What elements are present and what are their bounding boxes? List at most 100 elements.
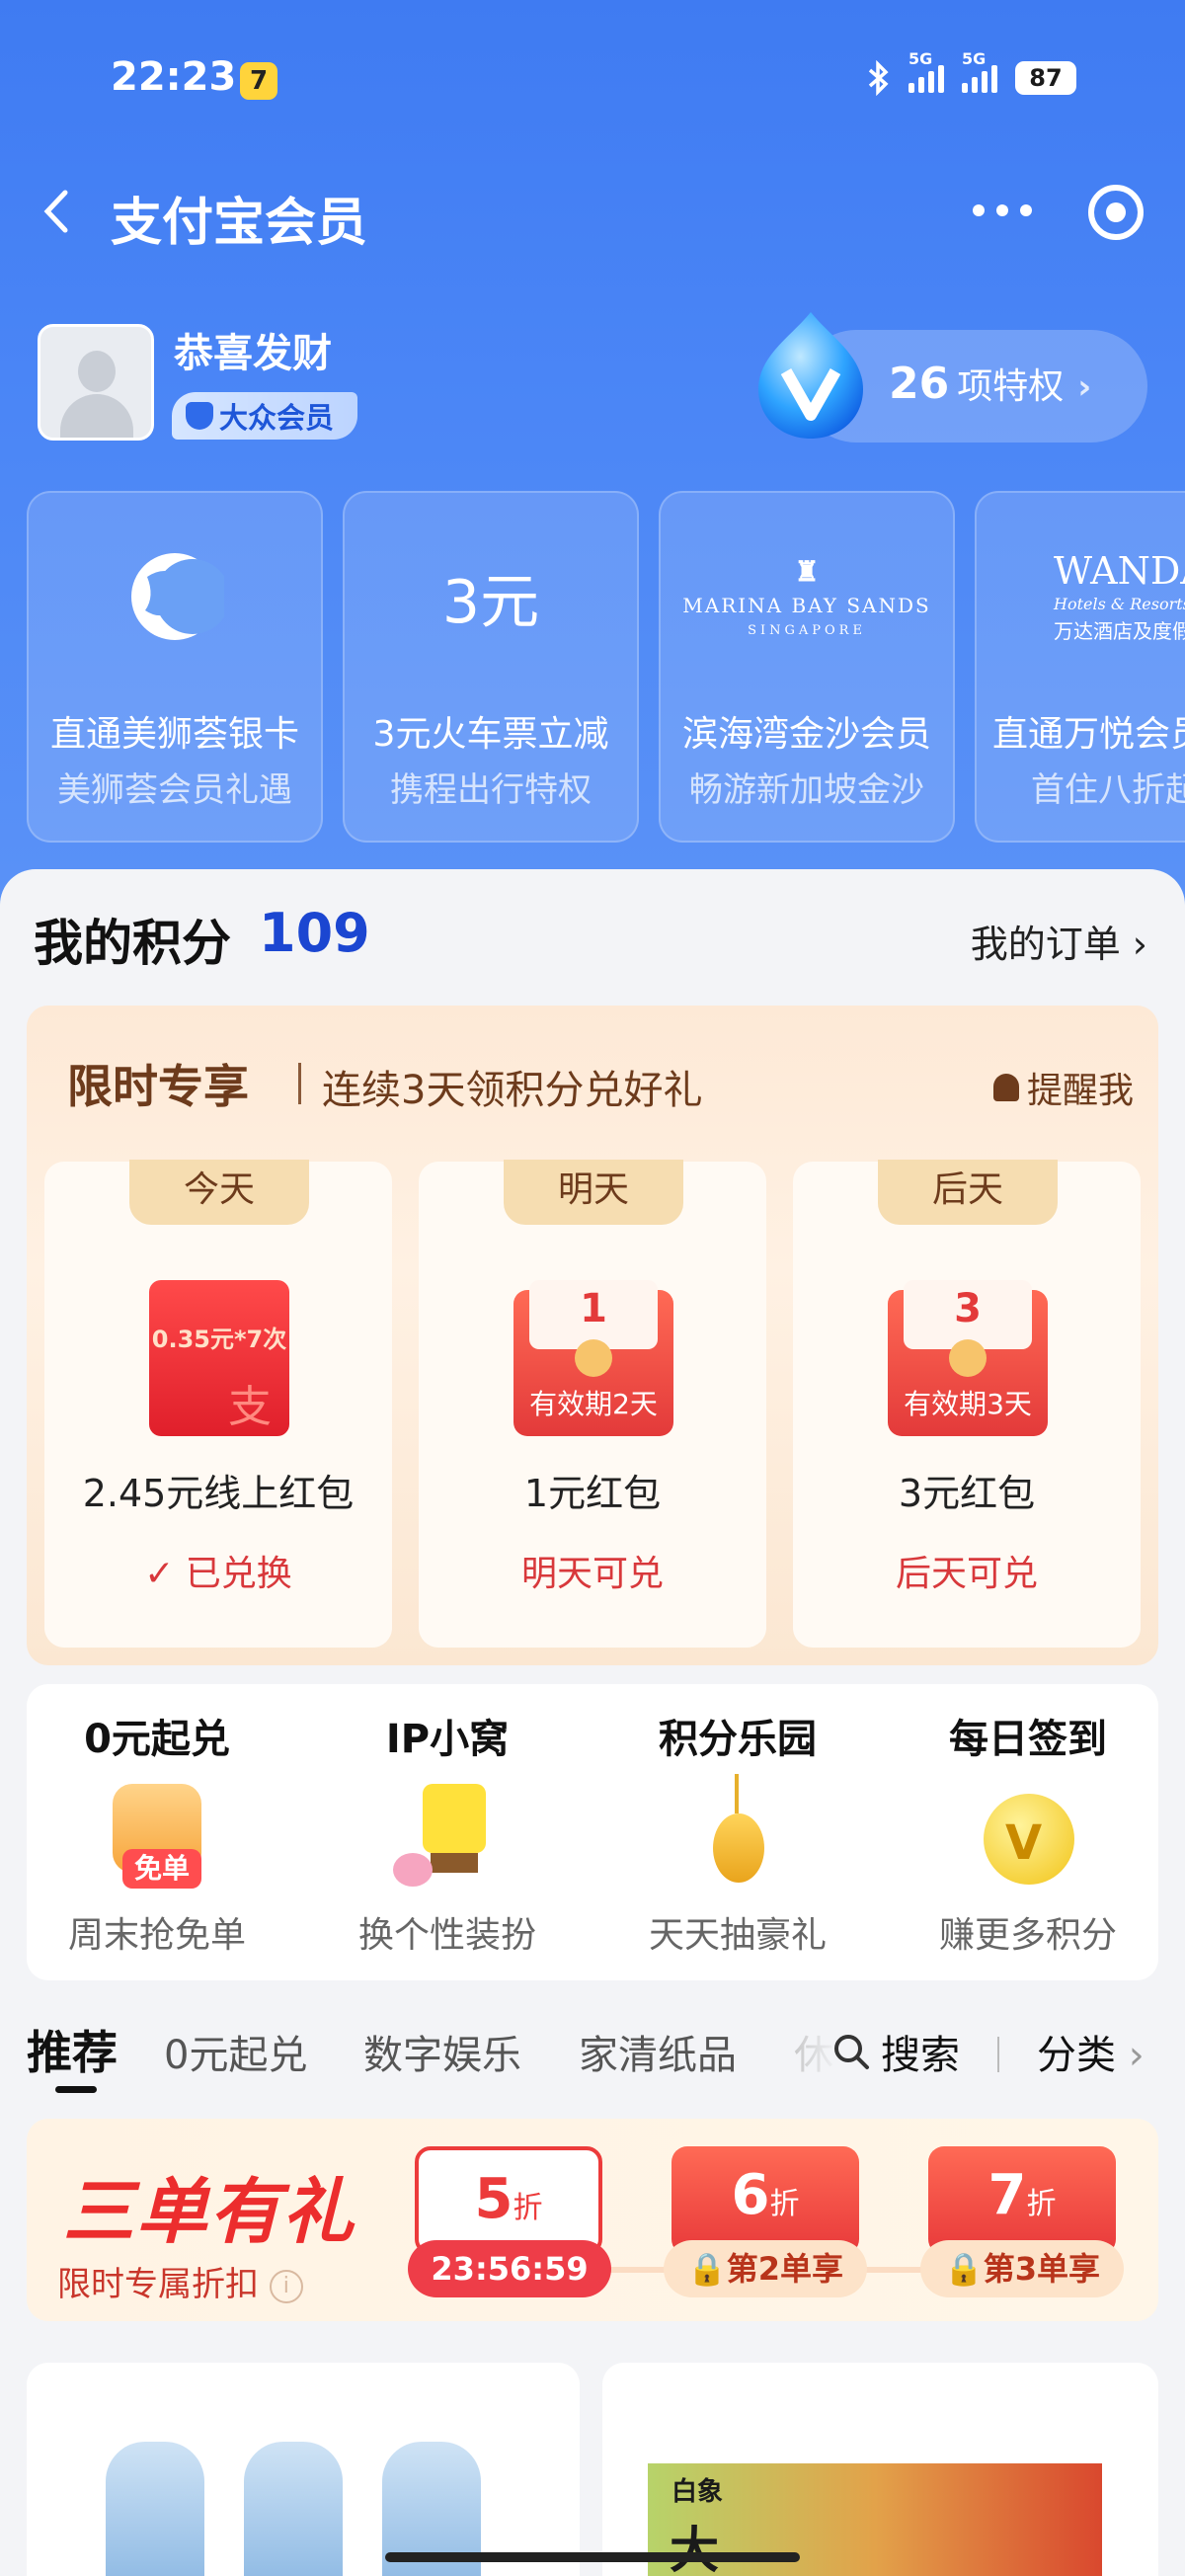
discount-coupon[interactable]: 6折 (672, 2146, 859, 2255)
benefit-card[interactable]: WANDA Hotels & Resorts 万达酒店及度假 直通万悦会员 首住… (975, 491, 1185, 843)
product-brand: 白象 (672, 2477, 724, 2507)
benefit-card[interactable]: 直通美狮荟银卡 美狮荟会员礼遇 (27, 491, 323, 843)
signal-icon: 5G (908, 49, 944, 93)
feature-zero-redeem[interactable]: 0元起兑 免单 周末抢免单 (14, 1707, 300, 1958)
feature-daily-checkin[interactable]: 每日签到 V 赚更多积分 (885, 1707, 1171, 1958)
points-label: 我的积分 (34, 915, 231, 972)
discount-coupon[interactable]: 7折 (928, 2146, 1116, 2255)
chevron-right-icon: › (1132, 923, 1147, 966)
benefit-logo-sub: Hotels & Resorts (1054, 595, 1185, 613)
reward-name: 1元红包 (523, 1472, 662, 1515)
red-packet-icon: 1 有效期2天 (514, 1280, 673, 1436)
chevron-right-icon: › (1128, 2033, 1145, 2078)
day-reward-card[interactable]: 后天 3 有效期3天 3元红包 后天可兑 (793, 1160, 1141, 1648)
day-reward-card[interactable]: 今天 0.35元*7次 支 2.45元线上红包 ✓ 已兑换 (44, 1160, 392, 1648)
app-notification-icon: 7 (240, 62, 277, 100)
benefit-logo-sub: SINGAPORE (748, 623, 866, 638)
benefit-logo-cn: 万达酒店及度假 (1054, 619, 1185, 643)
benefit-subtitle: 首住八折起 (1031, 770, 1185, 810)
product-card[interactable]: 白象 大 (602, 2363, 1158, 2576)
three-orders-title: 三单有礼 (63, 2170, 356, 2253)
chevron-right-icon: › (1077, 367, 1092, 407)
tab-recommend[interactable]: 推荐 (27, 2017, 118, 2082)
benefit-subtitle: 美狮荟会员礼遇 (57, 770, 292, 810)
day-reward-card[interactable]: 明天 1 有效期2天 1元红包 明天可兑 (419, 1160, 766, 1648)
red-packet-icon: 0.35元*7次 支 (139, 1280, 299, 1436)
benefit-subtitle: 畅游新加坡金沙 (689, 770, 924, 810)
lion-logo-icon (29, 523, 321, 671)
nav-bar: 支付宝会员 (0, 173, 1185, 253)
feature-points-park[interactable]: 积分乐园 天天抽豪礼 (594, 1707, 881, 1958)
unlock-condition: 🔒第2单享 (664, 2240, 867, 2297)
benefit-title: 滨海湾金沙会员 (681, 714, 931, 755)
three-orders-subtitle: 限时专属折扣 i (57, 2257, 303, 2305)
lock-icon: 🔒 (943, 2250, 984, 2288)
benefit-title: 直通美狮荟银卡 (49, 714, 299, 755)
benefit-title: 直通万悦会员 (992, 714, 1185, 755)
mbs-logo-icon: ♜ (794, 555, 820, 588)
countdown-timer: 23:56:59 (408, 2240, 611, 2297)
gold-coin-icon: V (954, 1774, 1102, 1902)
lock-icon: 🔒 (686, 2250, 727, 2288)
water-bottle-icon (106, 2442, 204, 2576)
battery-icon: 87 (1015, 61, 1076, 95)
divider (298, 1063, 301, 1104)
reward-name: 2.45元线上红包 (82, 1472, 355, 1515)
tab-digital-ent[interactable]: 数字娱乐 (363, 2023, 521, 2080)
signal-icon: 5G (962, 49, 997, 93)
search-button[interactable]: 搜索 (831, 2023, 960, 2080)
close-miniapp-icon[interactable] (1088, 185, 1144, 240)
gold-pendant-icon (664, 1774, 812, 1902)
day-tab: 明天 (504, 1160, 683, 1225)
bell-icon (992, 1074, 1019, 1101)
sponge-character-icon (373, 1774, 521, 1902)
back-icon[interactable] (38, 187, 77, 236)
bluetooth-icon (868, 60, 889, 96)
shield-icon (186, 402, 213, 430)
page-title: 支付宝会员 (111, 194, 368, 253)
my-orders-link[interactable]: 我的订单 › (971, 914, 1147, 968)
benefit-logo-text: MARINA BAY SANDS (682, 594, 931, 617)
reward-state: ✓ 已兑换 (144, 1554, 292, 1594)
status-bar: 22:23 7 5G 5G 87 (0, 49, 1185, 114)
category-button[interactable]: 分类 › (1037, 2023, 1145, 2080)
red-packet-icon: 3 有效期3天 (888, 1280, 1048, 1436)
info-icon: i (269, 2269, 303, 2303)
feature-ip-room[interactable]: IP小窝 换个性装扮 (304, 1707, 591, 1958)
tabs-fade (780, 2015, 839, 2094)
points-value[interactable]: 109 (259, 902, 370, 964)
category-tabs: 推荐 0元起兑 数字娱乐 家清纸品 休 搜索 分类 › (0, 2015, 1185, 2094)
tab-home-paper[interactable]: 家清纸品 (579, 2023, 737, 2080)
search-icon (834, 2035, 869, 2069)
user-name: 恭喜发财 (174, 331, 332, 376)
benefit-logo-text: WANDA (1054, 549, 1185, 593)
benefit-logo-text: 3元 (441, 567, 540, 637)
reward-name: 3元红包 (898, 1472, 1036, 1515)
product-name: 大 (670, 2522, 719, 2576)
benefit-subtitle: 携程出行特权 (390, 770, 592, 810)
discount-coupon[interactable]: 5折 (415, 2146, 602, 2255)
member-tier-badge[interactable]: 大众会员 (172, 392, 358, 440)
reward-state: 明天可兑 (520, 1554, 664, 1594)
privileges-label: 26 项特权 › (889, 359, 1092, 409)
benefit-card[interactable]: ♜ MARINA BAY SANDS SINGAPORE 滨海湾金沙会员 畅游新… (659, 491, 955, 843)
unlock-condition: 🔒第3单享 (920, 2240, 1124, 2297)
tab-underline (55, 2086, 97, 2093)
home-indicator (385, 2552, 800, 2562)
tab-zero-redeem[interactable]: 0元起兑 (164, 2023, 307, 2080)
reward-state: 后天可兑 (895, 1554, 1038, 1594)
status-time: 22:23 (111, 54, 237, 100)
benefit-card[interactable]: 3元 3元火车票立减 携程出行特权 (343, 491, 639, 843)
avatar[interactable] (38, 324, 154, 441)
gift-bag-icon: 免单 (83, 1774, 231, 1902)
vip-gem-icon (758, 312, 863, 439)
remind-me-button[interactable]: 提醒我 (992, 1062, 1134, 1113)
product-card[interactable] (27, 2363, 580, 2576)
divider (997, 2037, 999, 2072)
day-tab: 后天 (878, 1160, 1058, 1225)
water-bottle-icon (244, 2442, 343, 2576)
more-icon[interactable] (973, 204, 1032, 218)
promo-subtitle: 连续3天领积分兑好礼 (322, 1068, 703, 1113)
check-icon: ✓ (144, 1554, 186, 1594)
benefit-title: 3元火车票立减 (372, 714, 609, 755)
